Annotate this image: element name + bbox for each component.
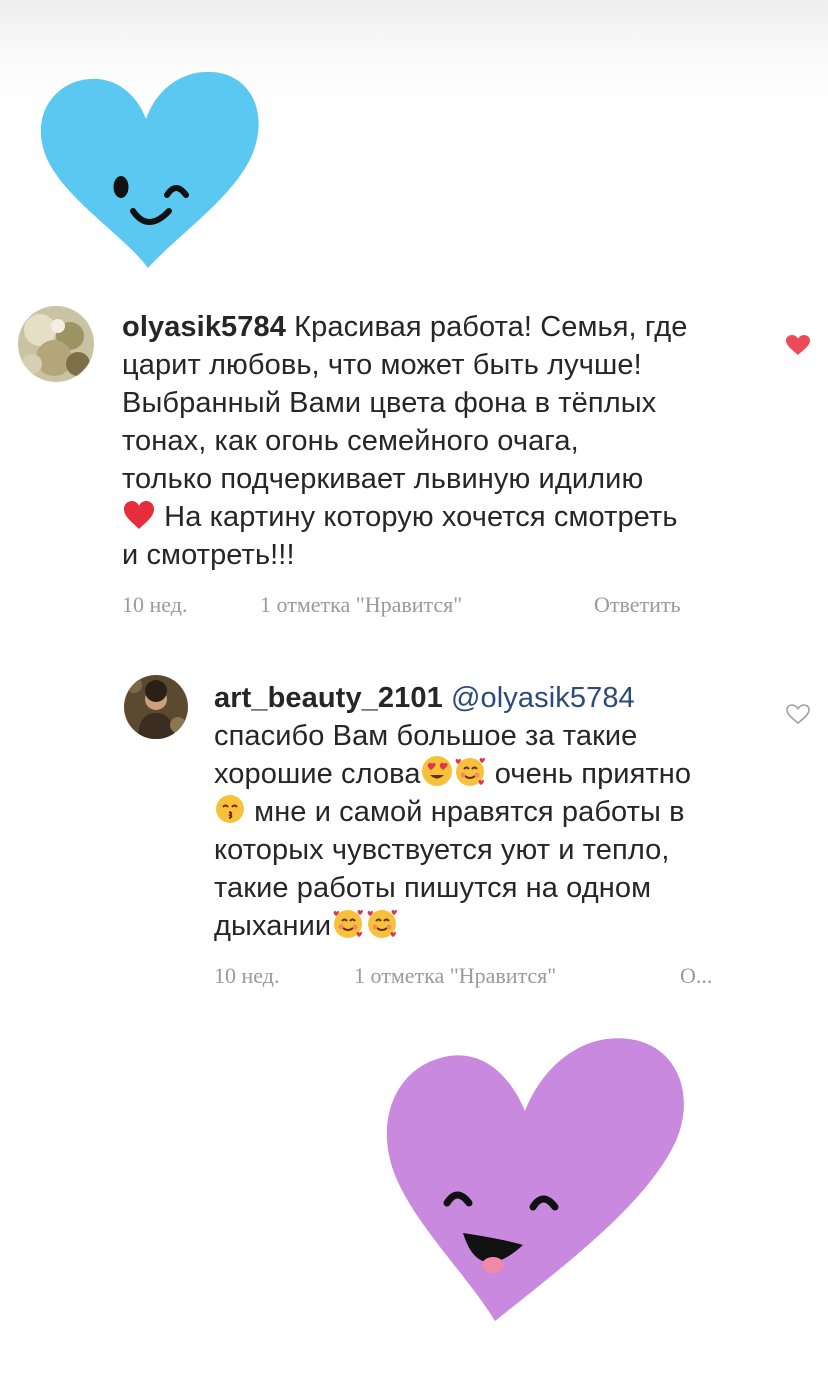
- likes-count-link[interactable]: 1 отметка "Нравится": [354, 963, 556, 989]
- comment-text-line: только подчеркивает львиную идилию: [122, 463, 644, 495]
- mention-link[interactable]: @olyasik5784: [443, 682, 635, 714]
- username[interactable]: art_beauty_2101: [214, 682, 443, 714]
- heart-emoji: [124, 501, 154, 529]
- comment-text: olyasik5784 Красивая работа! Семья, где …: [122, 308, 762, 574]
- comment-text-line: мне и самой нравятся работы в: [246, 796, 685, 828]
- like-heart-outline-icon[interactable]: [785, 703, 811, 725]
- comment-text-line: очень приятно: [486, 758, 692, 790]
- comment-olyasik5784: olyasik5784 Красивая работа! Семья, где …: [0, 290, 828, 620]
- likes-count-link[interactable]: 1 отметка "Нравится": [260, 592, 462, 618]
- comment-text: art_beauty_2101 @olyasik5784 спасибо Вам…: [214, 679, 774, 945]
- comment-time: 10 нед.: [214, 963, 280, 988]
- comment-time: 10 нед.: [122, 592, 188, 617]
- heart-eyes-emoji: [421, 756, 452, 786]
- comment-text-line: дыхании: [214, 910, 332, 942]
- kissing-face-emoji: [216, 795, 244, 823]
- smiling-face-with-hearts-emoji: [455, 758, 485, 786]
- comment-text-line: Красивая работа! Семья, где: [285, 311, 688, 343]
- avatar[interactable]: [124, 675, 188, 739]
- comment-meta: 10 нед. 1 отметка "Нравится" О...: [214, 963, 774, 991]
- smiling-face-with-hearts-emoji: [367, 910, 398, 938]
- comment-text-line: хорошие слова: [214, 758, 421, 790]
- comment-text-line: спасибо Вам большое за такие: [214, 720, 638, 752]
- comment-text-line: Выбранный Вами цвета фона в тёплых: [122, 387, 657, 419]
- comment-text-line: и смотреть!!!: [122, 539, 295, 571]
- comment-meta: 10 нед. 1 отметка "Нравится" Ответить: [122, 592, 762, 620]
- smiling-face-with-hearts-emoji: [333, 910, 364, 938]
- username[interactable]: olyasik5784: [122, 311, 286, 343]
- comment-text-line: тонах, как огонь семейного очага,: [122, 425, 579, 457]
- blue-winking-heart-sticker: [40, 71, 259, 268]
- purple-smiling-heart-sticker: [386, 1038, 684, 1321]
- reply-button[interactable]: Ответить: [594, 592, 681, 618]
- comment-text-line: такие работы пишутся на одном: [214, 872, 652, 904]
- avatar[interactable]: [18, 306, 94, 382]
- comment-text-line: На картину которую хочется смотреть: [156, 501, 678, 533]
- comment-text-line: царит любовь, что может быть лучше!: [122, 349, 642, 381]
- reply-button[interactable]: О...: [680, 963, 712, 989]
- comment-text-line: которых чувствуется уют и тепло,: [214, 834, 670, 866]
- like-heart-icon[interactable]: [785, 334, 811, 356]
- reply-comment-art_beauty_2101: art_beauty_2101 @olyasik5784 спасибо Вам…: [0, 665, 828, 995]
